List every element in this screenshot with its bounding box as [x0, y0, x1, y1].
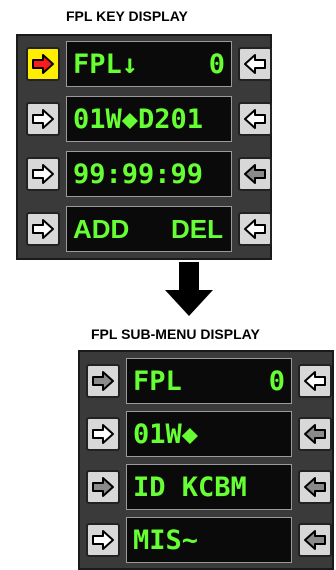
key-row2-left-button[interactable]: [26, 102, 60, 136]
right-arrow-icon: [32, 54, 54, 74]
sub-row3-left-button[interactable]: [86, 470, 120, 504]
key-row3-left-button[interactable]: [26, 157, 60, 191]
right-arrow-icon: [32, 109, 54, 129]
right-arrow-icon: [92, 477, 114, 497]
sub-row3-left-text: ID KCBM: [133, 472, 247, 503]
left-arrow-icon: [244, 219, 266, 239]
left-arrow-icon: [244, 109, 266, 129]
left-arrow-icon: [304, 424, 326, 444]
sub-menu-display-panel: FPL 0 01W◆ ID KCBM MIS~: [78, 350, 334, 570]
sub-row4-right-button[interactable]: [298, 523, 332, 557]
key-display-title: FPL KEY DISPLAY: [66, 8, 188, 24]
key-row1-right-button[interactable]: [238, 47, 272, 81]
sub-row1-right-button[interactable]: [298, 364, 332, 398]
key-row4-screen: ADD DEL: [66, 206, 232, 252]
sub-row4-left-text: MIS~: [133, 525, 199, 556]
key-row2-left-text: 01W◆D201: [73, 104, 204, 135]
add-label: ADD: [73, 214, 130, 244]
sub-row3-right-button[interactable]: [298, 470, 332, 504]
left-arrow-icon: [304, 477, 326, 497]
left-arrow-icon: [304, 530, 326, 550]
key-row3-right-button[interactable]: [238, 157, 272, 191]
sub-menu-display-title: FPL SUB-MENU DISPLAY: [91, 326, 260, 342]
right-arrow-icon: [32, 164, 54, 184]
del-label: DEL: [171, 214, 223, 244]
key-row1-left-button[interactable]: [26, 47, 60, 81]
key-row3-screen: 99:99:99: [66, 151, 232, 197]
key-row1-right-text: 0: [208, 49, 225, 80]
key-row4-left-button[interactable]: [26, 212, 60, 246]
sub-row1-screen: FPL 0: [126, 358, 292, 404]
key-row2-screen: 01W◆D201: [66, 96, 232, 142]
right-arrow-icon: [92, 371, 114, 391]
sub-row1-right-text: 0: [268, 366, 285, 397]
sub-row1-left-text: FPL: [133, 366, 182, 397]
key-row2-right-button[interactable]: [238, 102, 272, 136]
down-arrow-icon: [165, 262, 213, 316]
left-arrow-icon: [244, 54, 266, 74]
sub-row2-left-text: 01W◆: [133, 419, 199, 450]
sub-row2-right-button[interactable]: [298, 417, 332, 451]
left-arrow-icon: [304, 371, 326, 391]
sub-row1-left-button[interactable]: [86, 364, 120, 398]
sub-row4-left-button[interactable]: [86, 523, 120, 557]
key-row1-left-text: FPL↓: [73, 49, 139, 80]
key-row4-right-button[interactable]: [238, 212, 272, 246]
right-arrow-icon: [92, 424, 114, 444]
sub-row3-screen: ID KCBM: [126, 464, 292, 510]
right-arrow-icon: [32, 219, 54, 239]
sub-row2-left-button[interactable]: [86, 417, 120, 451]
key-row1-screen: FPL↓ 0: [66, 41, 232, 87]
sub-row2-screen: 01W◆: [126, 411, 292, 457]
key-display-panel: FPL↓ 0 01W◆D201 99:99:99 ADD DEL: [16, 34, 272, 260]
right-arrow-icon: [92, 530, 114, 550]
sub-row4-screen: MIS~: [126, 517, 292, 563]
key-row3-left-text: 99:99:99: [73, 159, 204, 190]
left-arrow-icon: [244, 164, 266, 184]
